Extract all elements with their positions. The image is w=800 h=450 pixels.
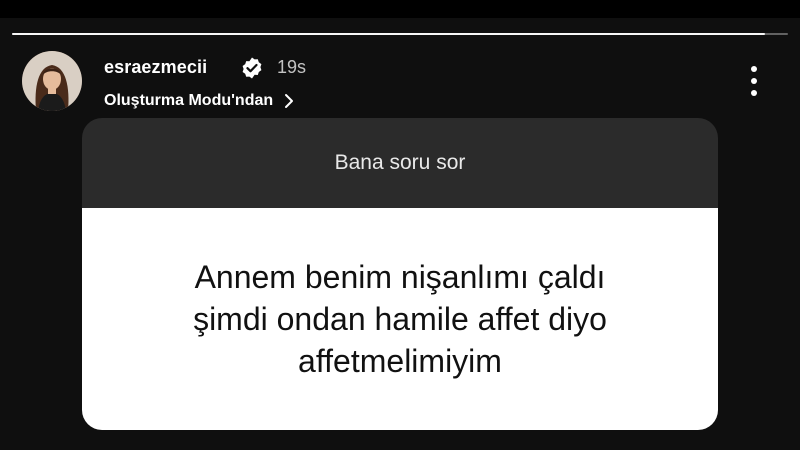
- verified-badge-icon: [242, 57, 262, 79]
- question-answer-text: Annem benim nişanlımı çaldı şimdi ondan …: [193, 259, 607, 379]
- username[interactable]: esraezmecii: [104, 57, 207, 78]
- story-progress-bar: [12, 33, 788, 35]
- avatar-image: [22, 51, 82, 111]
- question-sticker[interactable]: Bana soru sor Annem benim nişanlımı çald…: [82, 118, 718, 430]
- create-mode-label: Oluşturma Modu'ndan: [104, 92, 274, 109]
- story-screen: esraezmecii 19s Oluşturma Modu'ndan Bana…: [0, 0, 800, 450]
- avatar[interactable]: [22, 51, 82, 111]
- create-mode-link[interactable]: Oluşturma Modu'ndan: [104, 92, 295, 110]
- timestamp: 19s: [277, 57, 307, 77]
- question-prompt: Bana soru sor: [82, 118, 718, 208]
- chevron-right-icon: [285, 94, 294, 108]
- question-answer-area: Annem benim nişanlımı çaldı şimdi ondan …: [82, 208, 718, 430]
- more-vertical-icon[interactable]: [744, 64, 764, 98]
- story-progress-fill: [12, 33, 765, 35]
- status-bar-area: [0, 0, 800, 18]
